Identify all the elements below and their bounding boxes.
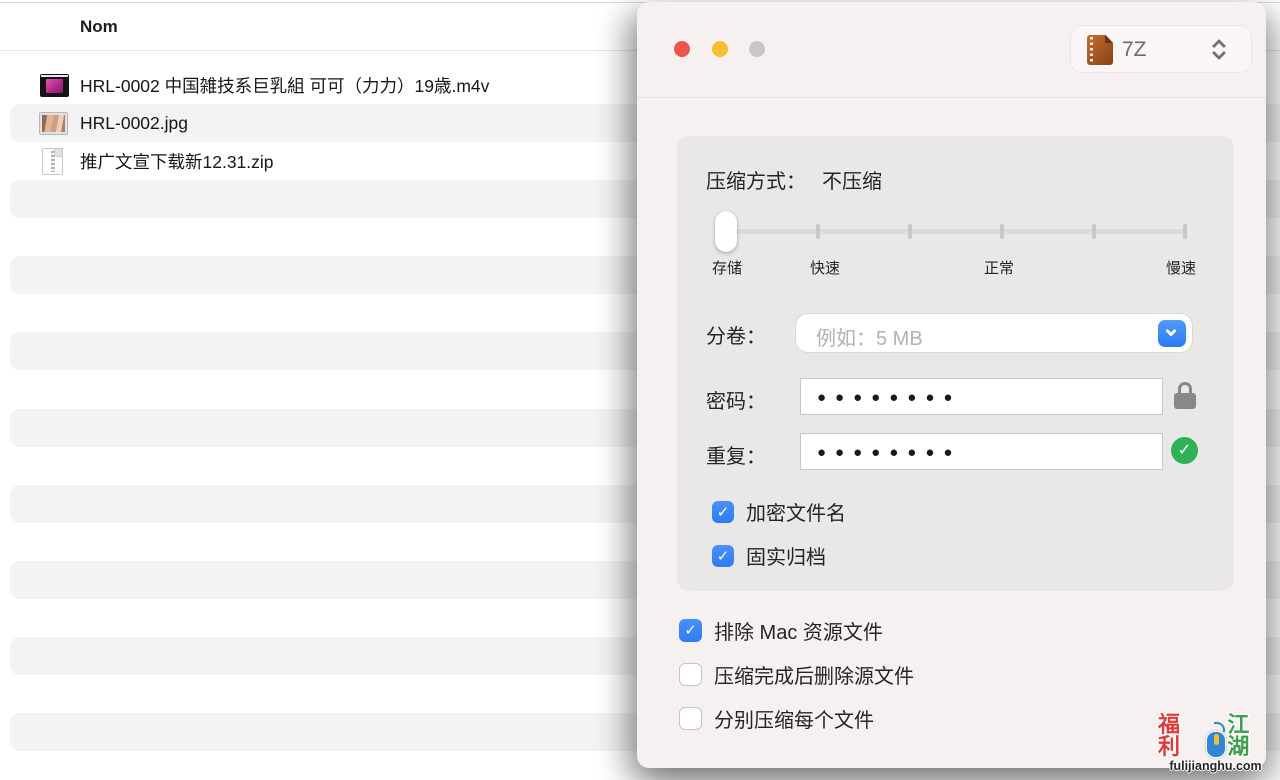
volumes-placeholder: 例如：5 MB [816,322,923,351]
slider-label-normal: 正常 [984,257,1014,278]
checkbox-label: 固实归档 [746,541,826,570]
checkbox-label: 压缩完成后删除源文件 [714,660,914,689]
slider-tick [1092,224,1096,239]
column-header-name[interactable]: Nom [80,17,118,37]
watermark-domain: fulijianghu.com [1158,759,1273,773]
titlebar-divider [637,97,1266,98]
file-row-m4v[interactable]: HRL-0002 中国雑技系巨乳組 可可（力力）19歳.m4v [0,66,640,104]
password-input[interactable]: ●●●●●●●● [800,378,1163,415]
slider-track[interactable] [726,229,1186,234]
repeat-label: 重复： [706,440,766,469]
repeat-password-value: ●●●●●●●● [817,444,961,461]
checkbox-exclude-mac-resources[interactable]: ✓ [679,619,702,642]
minimize-button[interactable] [712,41,728,57]
checkbox-compress-separately[interactable]: ✓ [679,707,702,730]
file-row-zip[interactable]: 推广文宣下载新12.31.zip [0,142,640,180]
watermark: 福利 江湖 fulijianghu.com [1158,714,1273,773]
image-thumbnail-icon [40,113,67,134]
compression-method-line: 压缩方式： 不压缩 [706,165,882,194]
checkbox-delete-source-after[interactable]: ✓ [679,663,702,686]
checkmark-icon: ✓ [679,619,702,642]
slider-tick [908,224,912,239]
checkmark-icon: ✓ [712,545,734,567]
repeat-password-input[interactable]: ●●●●●●●● [800,433,1163,470]
password-value: ●●●●●●●● [817,389,961,406]
mouse-icon [1205,724,1227,758]
checkbox-solid-archive[interactable]: ✓ [712,545,734,567]
green-check-icon: ✓ [1171,437,1198,464]
watermark-text-red: 福利 [1158,714,1204,758]
volumes-dropdown-button[interactable] [1158,320,1186,347]
option-encrypt-filenames[interactable]: ✓ 加密文件名 [712,497,846,526]
slider-tick [816,224,820,239]
slider-tick [1000,224,1004,239]
slider-tick [1183,224,1187,239]
compression-method-value: 不压缩 [822,171,882,193]
options-panel: 压缩方式： 不压缩 存储 快速 正常 慢速 分卷： 例如：5 MB 密码： ●●●… [677,136,1234,591]
checkmark-icon: ✓ [712,501,734,523]
option-delete-source-after[interactable]: ✓ 压缩完成后删除源文件 [679,660,914,689]
option-exclude-mac-resources[interactable]: ✓ 排除 Mac 资源文件 [679,616,883,645]
slider-thumb[interactable] [715,211,737,252]
fullscreen-button[interactable] [749,41,765,57]
watermark-text-green: 江湖 [1227,714,1273,758]
file-name: 推广文宣下载新12.31.zip [80,149,274,174]
slider-label-fast: 快速 [810,257,840,278]
7z-file-icon [1087,35,1113,65]
zip-document-icon [42,148,63,175]
file-name: HRL-0002 中国雑技系巨乳組 可可（力力）19歳.m4v [80,73,489,98]
format-value: 7Z [1122,38,1147,62]
option-solid-archive[interactable]: ✓ 固实归档 [712,541,826,570]
slider-label-store: 存储 [712,257,742,278]
close-button[interactable] [674,41,690,57]
volumes-label: 分卷： [706,320,766,349]
slider-label-slow: 慢速 [1166,257,1196,278]
password-label: 密码： [706,385,766,414]
compression-slider[interactable] [726,210,1186,254]
checkbox-encrypt-filenames[interactable]: ✓ [712,501,734,523]
chevron-down-icon [1165,325,1176,336]
compression-method-label: 压缩方式： [706,171,806,193]
file-row-jpg[interactable]: HRL-0002.jpg [0,104,640,142]
checkbox-label: 排除 Mac 资源文件 [714,616,883,645]
format-selector[interactable]: 7Z [1070,25,1252,73]
video-thumbnail-icon [40,74,69,97]
checkbox-label: 分别压缩每个文件 [714,704,874,733]
lock-icon [1174,382,1196,410]
file-name: HRL-0002.jpg [80,113,188,134]
volumes-input[interactable]: 例如：5 MB [795,313,1193,353]
checkbox-label: 加密文件名 [746,497,846,526]
option-compress-separately[interactable]: ✓ 分别压缩每个文件 [679,704,874,733]
stepper-icon[interactable] [1211,38,1229,62]
compression-dialog: 7Z 压缩方式： 不压缩 存储 快速 正常 慢速 分卷： 例如：5 MB [637,2,1266,768]
